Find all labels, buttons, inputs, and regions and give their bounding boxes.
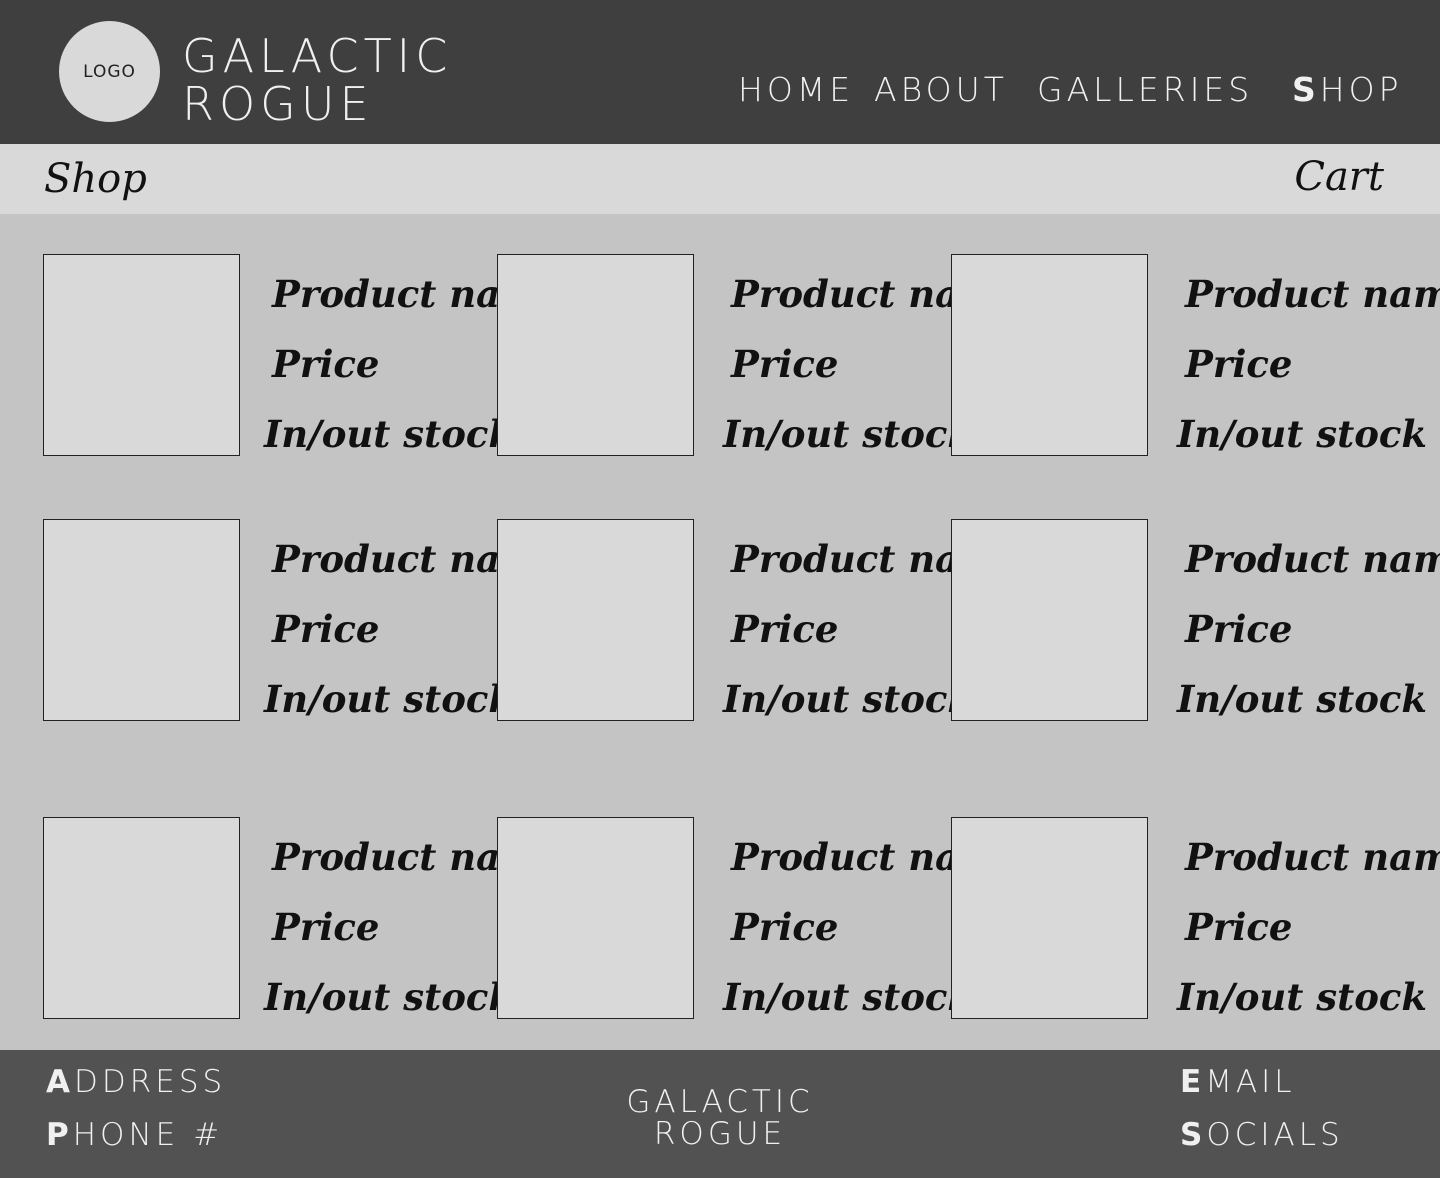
product-stock: In/out stock [723, 677, 974, 721]
nav-shop[interactable]: SHOP [1292, 70, 1402, 109]
cart-link[interactable]: Cart [1294, 154, 1384, 200]
footer-brand-line-2: ROGUE [653, 1116, 787, 1152]
footer-address[interactable]: ADDRESS [46, 1064, 226, 1100]
product-image[interactable] [497, 817, 694, 1019]
footer-email-label: MAIL [1205, 1064, 1296, 1100]
product-stock: In/out stock [723, 975, 974, 1019]
product-image[interactable] [497, 254, 694, 456]
product-stock: In/out stock [1177, 677, 1428, 721]
footer-phone-initial: P [46, 1117, 73, 1153]
logo-text: LOGO [83, 61, 136, 82]
product-price: Price [272, 607, 380, 651]
footer-brand-line-1: GALACTIC [626, 1084, 814, 1120]
footer-email[interactable]: EMAIL [1180, 1064, 1296, 1100]
product-price: Price [731, 342, 839, 386]
product-stock: In/out stock [264, 677, 515, 721]
footer-brand: GALACTIC ROGUE [620, 1086, 820, 1150]
nav-home[interactable]: HOME [738, 70, 854, 109]
footer-address-label: DDRESS [74, 1064, 227, 1100]
product-price: Price [731, 905, 839, 949]
product-image[interactable] [951, 254, 1148, 456]
nav-galleries-initial: G [1037, 70, 1067, 109]
product-stock: In/out stock [1177, 975, 1428, 1019]
nav-galleries-label: ALLERIES [1066, 70, 1254, 109]
product-stock: In/out stock [264, 412, 515, 456]
brand-line-1: GALACTIC [182, 29, 453, 83]
product-price: Price [1185, 607, 1293, 651]
nav-about-label: BOUT [900, 70, 1008, 109]
product-price: Price [272, 342, 380, 386]
nav-galleries[interactable]: GALLERIES [1037, 70, 1253, 109]
product-name[interactable]: Product name [1185, 835, 1440, 879]
nav-about-initial: A [874, 70, 901, 109]
product-stock: In/out stock [264, 975, 515, 1019]
nav-shop-label: HOP [1319, 70, 1403, 109]
product-price: Price [272, 905, 380, 949]
footer-email-initial: E [1180, 1064, 1206, 1100]
nav-home-initial: H [738, 70, 767, 109]
product-image[interactable] [43, 519, 240, 721]
nav-home-label: OME [766, 70, 855, 109]
product-image[interactable] [43, 817, 240, 1019]
footer-phone-label: HONE # [72, 1117, 224, 1153]
brand-line-2: ROGUE [182, 77, 374, 131]
product-image[interactable] [497, 519, 694, 721]
product-price: Price [1185, 342, 1293, 386]
logo[interactable]: LOGO [59, 21, 160, 122]
footer-socials[interactable]: SOCIALS [1180, 1117, 1344, 1153]
product-image[interactable] [951, 817, 1148, 1019]
product-stock: In/out stock [723, 412, 974, 456]
product-image[interactable] [43, 254, 240, 456]
footer-socials-initial: S [1180, 1117, 1207, 1153]
footer-phone[interactable]: PHONE # [46, 1117, 223, 1153]
site-header: LOGO GALACTIC ROGUE HOME ABOUT GALLERIES… [0, 0, 1440, 144]
site-footer: ADDRESS PHONE # GALACTIC ROGUE EMAIL SOC… [0, 1050, 1440, 1178]
footer-address-initial: A [46, 1064, 74, 1100]
product-stock: In/out stock [1177, 412, 1428, 456]
nav-about[interactable]: ABOUT [874, 70, 1008, 109]
product-price: Price [1185, 905, 1293, 949]
product-name[interactable]: Product name [1185, 272, 1440, 316]
brand-title: GALACTIC ROGUE [182, 32, 452, 128]
footer-socials-label: OCIALS [1206, 1117, 1344, 1153]
product-price: Price [731, 607, 839, 651]
nav-shop-initial: S [1292, 70, 1320, 109]
sub-header: Shop Cart [0, 144, 1440, 214]
product-name[interactable]: Product name [1185, 537, 1440, 581]
product-image[interactable] [951, 519, 1148, 721]
page-title: Shop [44, 156, 147, 202]
